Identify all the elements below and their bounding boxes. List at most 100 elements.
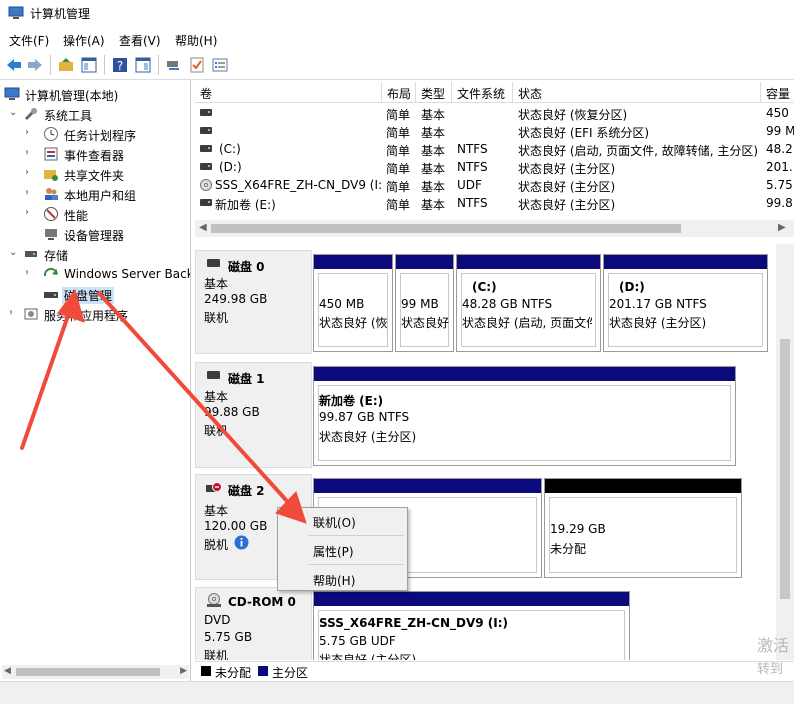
table-row[interactable]: 简单 基本 状态良好 (恢复分区) 450 [195,104,794,122]
help-icon[interactable]: ? [111,56,129,74]
partition-title: 新加卷 (E:) [319,394,384,408]
window-title: 计算机管理 [30,7,91,21]
table-row[interactable]: 简单 基本 状态良好 (EFI 系统分区) 99 M [195,122,794,140]
disk-label[interactable]: 磁盘 0 基本 249.98 GB 联机 [195,250,312,354]
partition-size: 48.28 GB NTFS [462,297,553,311]
partition[interactable]: 99 MB 状态良好 [395,254,454,352]
computer-management-icon [8,6,24,19]
menu-view[interactable]: 查看(V) [119,32,161,49]
cell-status: 状态良好 (EFI 系统分区) [518,126,650,140]
tree-item-shared-folders[interactable]: › 共享文件夹 [0,164,190,184]
tree-item-device-manager[interactable]: 设备管理器 [0,224,190,244]
tree-item-storage[interactable]: ⌄ 存储 [0,244,190,264]
tree-label: 磁盘管理 [62,287,115,304]
info-icon[interactable] [234,535,249,550]
tree-label: 计算机管理(本地) [25,89,119,103]
disk-icon [207,259,220,267]
column-header-type[interactable]: 类型 [416,82,452,103]
column-header-status[interactable]: 状态 [513,82,761,103]
disk-management-icon [44,292,58,298]
table-row[interactable]: 新加卷 (E:) 简单 基本 NTFS 状态良好 (主分区) 99.8 [195,194,794,212]
cell-filesystem: UDF [457,178,482,192]
menu-action[interactable]: 操作(A) [63,32,105,49]
partition[interactable]: 450 MB 状态良好 (恢 [313,254,393,352]
table-row[interactable]: (D:) 简单 基本 NTFS 状态良好 (主分区) 201. [195,158,794,176]
disk-map-vertical-scrollbar[interactable] [776,244,794,660]
scrollbar-thumb[interactable] [16,668,160,676]
scroll-left-icon[interactable]: ◀ [199,222,207,233]
checklist-icon[interactable] [188,56,206,74]
volume-list-horizontal-scrollbar[interactable]: ◀ ▶ [195,220,794,237]
tree-item-root[interactable]: 计算机管理(本地) [0,84,190,104]
column-header-capacity[interactable]: 容量 [761,82,794,103]
scrollbar-thumb[interactable] [211,224,681,233]
title-bar: 计算机管理 [0,0,794,28]
tree-item-disk-management[interactable]: 磁盘管理 [0,284,190,304]
menu-help[interactable]: 帮助(H) [175,32,217,49]
disk-state: 脱机 [204,538,229,552]
chevron-right-icon[interactable]: › [25,168,35,178]
chevron-right-icon[interactable]: › [9,308,19,318]
tree-item-system-tools[interactable]: ⌄ 系统工具 [0,104,190,124]
disk-type: DVD [204,613,231,627]
column-header-layout[interactable]: 布局 [382,82,416,103]
context-menu-properties[interactable]: 属性(P) [313,543,354,560]
navigation-tree: 计算机管理(本地) ⌄ 系统工具 › 任务计划程序 › 事件查看器 › 共享文件… [0,80,191,681]
cell-volume: (D:) [219,160,242,174]
action-pane-icon[interactable] [134,56,152,74]
tree-item-performance[interactable]: › 性能 [0,204,190,224]
up-folder-icon[interactable] [57,56,75,74]
chevron-right-icon[interactable]: › [25,268,35,278]
forward-arrow-icon[interactable] [26,56,44,74]
cell-layout: 简单 [386,162,411,176]
tree-label: 任务计划程序 [64,129,137,143]
scroll-right-icon[interactable]: ▶ [180,666,187,676]
properties-list-icon[interactable] [211,56,229,74]
disk-label[interactable]: CD-ROM 0 DVD 5.75 GB 联机 [195,587,312,660]
cell-type: 基本 [421,144,446,158]
disk-row-cdrom-0: CD-ROM 0 DVD 5.75 GB 联机 SSS_X64FRE_ZH-CN… [195,587,770,660]
tree-item-local-users[interactable]: › 本地用户和组 [0,184,190,204]
chevron-right-icon[interactable]: › [25,128,35,138]
partition-title: (C:) [472,280,497,294]
tree-item-event-viewer[interactable]: › 事件查看器 [0,144,190,164]
scrollbar-thumb[interactable] [780,339,790,599]
cell-type: 基本 [421,108,446,122]
chevron-down-icon[interactable]: ⌄ [9,248,19,258]
partition[interactable]: (C:) 48.28 GB NTFS 状态良好 (启动, 页面文件 [456,254,601,352]
back-arrow-icon[interactable] [5,56,23,74]
chevron-right-icon[interactable]: › [25,208,35,218]
chevron-down-icon[interactable]: ⌄ [9,108,19,118]
cell-status: 状态良好 (启动, 页面文件, 故障转储, 主分区) [518,144,758,158]
column-header-filesystem[interactable]: 文件系统 [452,82,513,103]
disk-state: 联机 [204,649,229,660]
menu-file[interactable]: 文件(F) [9,32,49,49]
context-menu-online[interactable]: 联机(O) [313,514,356,531]
activation-watermark: 激活 转到 [757,632,794,678]
primary-partition-bar [396,255,453,269]
table-row[interactable]: (C:) 简单 基本 NTFS 状态良好 (启动, 页面文件, 故障转储, 主分… [195,140,794,158]
cell-filesystem: NTFS [457,142,488,156]
column-header-volume[interactable]: 卷 [195,82,382,103]
cell-volume: (C:) [219,142,241,156]
tree-item-task-scheduler[interactable]: › 任务计划程序 [0,124,190,144]
primary-partition-bar [314,255,392,269]
partition[interactable]: SSS_X64FRE_ZH-CN_DV9 (I:) 5.75 GB UDF 状态… [313,591,630,660]
tree-label: 设备管理器 [64,229,125,243]
disk-label[interactable]: 磁盘 1 基本 99.88 GB 联机 [195,362,312,468]
show-hide-tree-icon[interactable] [80,56,98,74]
tree-horizontal-scrollbar[interactable]: ◀ ▶ [2,665,189,679]
scroll-right-icon[interactable]: ▶ [778,222,786,233]
tree-item-services-apps[interactable]: › 服务和应用程序 [0,304,190,324]
connect-icon[interactable] [165,56,183,74]
cell-capacity: 201. [766,160,793,174]
unallocated-region[interactable]: 19.29 GB 未分配 [544,478,742,578]
scroll-left-icon[interactable]: ◀ [4,666,11,676]
partition[interactable]: (D:) 201.17 GB NTFS 状态良好 (主分区) [603,254,768,352]
chevron-right-icon[interactable]: › [25,188,35,198]
table-row[interactable]: SSS_X64FRE_ZH-CN_DV9 (I:) 简单 基本 UDF 状态良好… [195,176,794,194]
context-menu-help[interactable]: 帮助(H) [313,572,355,589]
chevron-right-icon[interactable]: › [25,148,35,158]
tree-item-windows-server-backup[interactable]: › Windows Server Back [0,264,190,284]
partition[interactable]: 新加卷 (E:) 99.87 GB NTFS 状态良好 (主分区) [313,366,736,466]
